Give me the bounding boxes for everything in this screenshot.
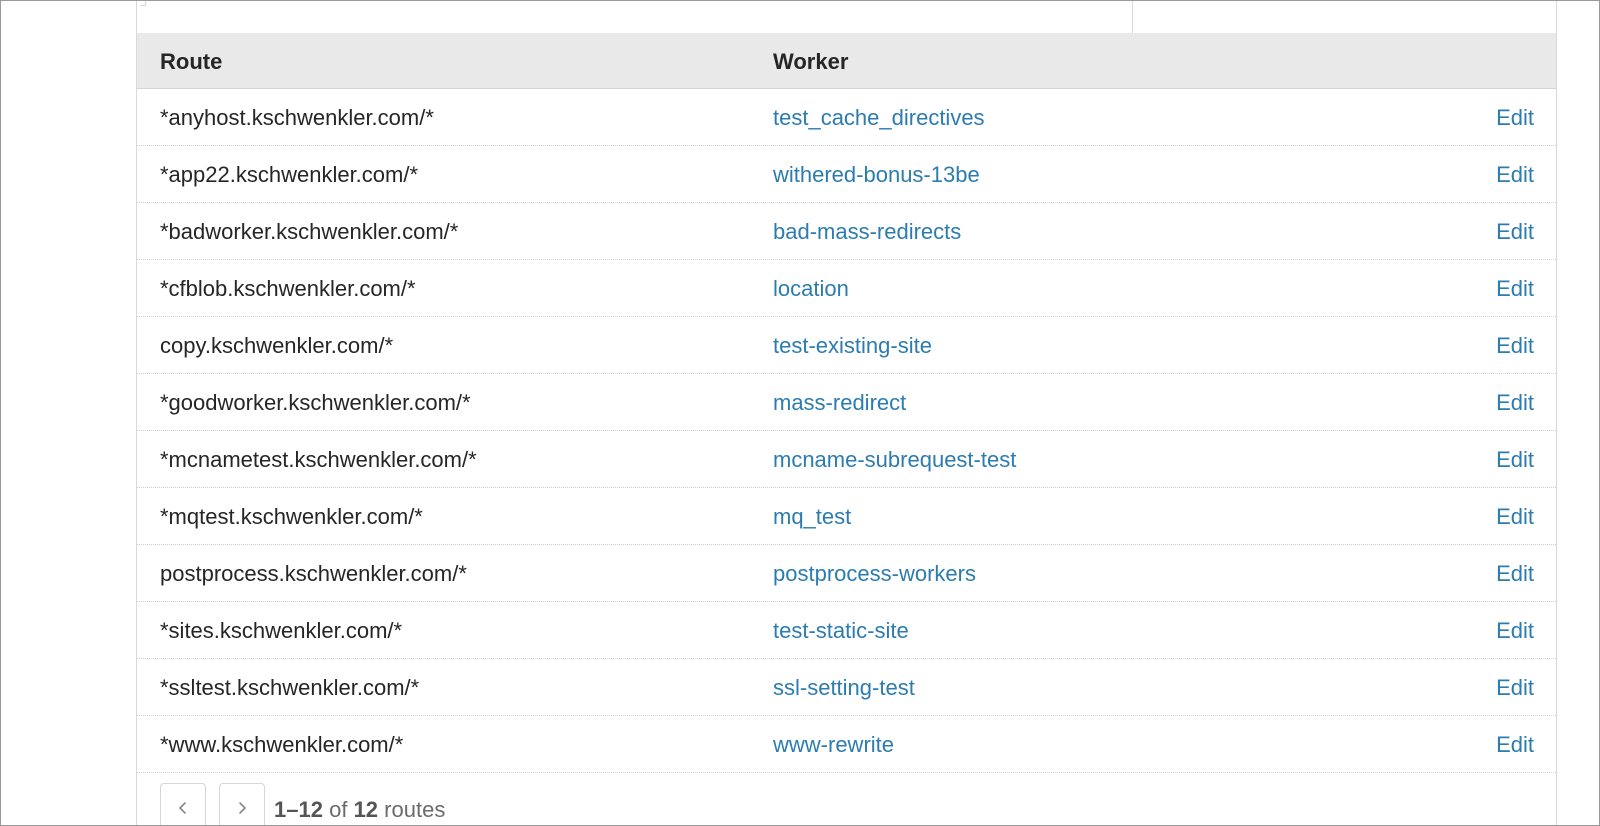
chevron-right-icon xyxy=(239,802,246,814)
cursor-mark xyxy=(140,1,146,6)
pagination-summary: 1–12 of 12 routes xyxy=(274,797,445,823)
route-cell: *mqtest.kschwenkler.com/* xyxy=(160,504,423,529)
route-cell: *app22.kschwenkler.com/* xyxy=(160,162,419,187)
edit-route-link[interactable]: Edit xyxy=(1496,618,1534,644)
table-header: Route Worker xyxy=(137,33,1556,89)
edit-route-link[interactable]: Edit xyxy=(1496,276,1534,302)
worker-link[interactable]: mq_test xyxy=(773,504,851,530)
edit-route-link[interactable]: Edit xyxy=(1496,219,1534,245)
pagination-unit: routes xyxy=(384,797,446,822)
worker-link[interactable]: mcname-subrequest-test xyxy=(773,447,1016,473)
table-row: copy.kschwenkler.com/* test-existing-sit… xyxy=(137,317,1556,374)
worker-link[interactable]: bad-mass-redirects xyxy=(773,219,961,245)
route-cell: *sites.kschwenkler.com/* xyxy=(160,618,403,643)
worker-link[interactable]: test-existing-site xyxy=(773,333,932,359)
route-cell: postprocess.kschwenkler.com/* xyxy=(160,561,467,586)
table-row: *app22.kschwenkler.com/* withered-bonus-… xyxy=(137,146,1556,203)
pagination: 1–12 of 12 routes xyxy=(160,783,760,825)
chevron-left-icon xyxy=(179,802,186,814)
routes-card: Route Worker *anyhost.kschwenkler.com/* … xyxy=(136,1,1557,825)
table-row: *goodworker.kschwenkler.com/* mass-redir… xyxy=(137,374,1556,431)
table-row: *mqtest.kschwenkler.com/* mq_test Edit xyxy=(137,488,1556,545)
route-cell: *cfblob.kschwenkler.com/* xyxy=(160,276,416,301)
browser-viewport: Route Worker *anyhost.kschwenkler.com/* … xyxy=(0,0,1600,826)
worker-link[interactable]: postprocess-workers xyxy=(773,561,976,587)
route-cell: *anyhost.kschwenkler.com/* xyxy=(160,105,434,130)
worker-link[interactable]: www-rewrite xyxy=(773,732,894,758)
table-row: *anyhost.kschwenkler.com/* test_cache_di… xyxy=(137,89,1556,146)
table-row: *sites.kschwenkler.com/* test-static-sit… xyxy=(137,602,1556,659)
table-row: *cfblob.kschwenkler.com/* location Edit xyxy=(137,260,1556,317)
edit-route-link[interactable]: Edit xyxy=(1496,504,1534,530)
route-column-header: Route xyxy=(160,49,223,74)
edit-route-link[interactable]: Edit xyxy=(1496,561,1534,587)
route-cell: *badworker.kschwenkler.com/* xyxy=(160,219,459,244)
worker-link[interactable]: ssl-setting-test xyxy=(773,675,915,701)
route-cell: *mcnametest.kschwenkler.com/* xyxy=(160,447,477,472)
route-cell: *ssltest.kschwenkler.com/* xyxy=(160,675,420,700)
worker-link[interactable]: withered-bonus-13be xyxy=(773,162,980,188)
route-cell: copy.kschwenkler.com/* xyxy=(160,333,394,358)
previous-page-button[interactable] xyxy=(160,783,206,825)
table-row: *mcnametest.kschwenkler.com/* mcname-sub… xyxy=(137,431,1556,488)
worker-link[interactable]: mass-redirect xyxy=(773,390,906,416)
edit-route-link[interactable]: Edit xyxy=(1496,447,1534,473)
edit-route-link[interactable]: Edit xyxy=(1496,675,1534,701)
table-row: *ssltest.kschwenkler.com/* ssl-setting-t… xyxy=(137,659,1556,716)
top-divider xyxy=(1132,1,1133,34)
edit-route-link[interactable]: Edit xyxy=(1496,162,1534,188)
worker-column-header: Worker xyxy=(773,49,849,74)
next-page-button[interactable] xyxy=(219,783,265,825)
pagination-of-label: of xyxy=(329,797,348,822)
card-top-strip xyxy=(137,1,1556,34)
worker-link[interactable]: location xyxy=(773,276,849,302)
edit-route-link[interactable]: Edit xyxy=(1496,333,1534,359)
table-row: postprocess.kschwenkler.com/* postproces… xyxy=(137,545,1556,602)
edit-route-link[interactable]: Edit xyxy=(1496,390,1534,416)
worker-link[interactable]: test_cache_directives xyxy=(773,105,985,131)
table-row: *badworker.kschwenkler.com/* bad-mass-re… xyxy=(137,203,1556,260)
table-row: *www.kschwenkler.com/* www-rewrite Edit xyxy=(137,716,1556,773)
route-cell: *www.kschwenkler.com/* xyxy=(160,732,404,757)
route-cell: *goodworker.kschwenkler.com/* xyxy=(160,390,471,415)
edit-route-link[interactable]: Edit xyxy=(1496,105,1534,131)
routes-table-body: *anyhost.kschwenkler.com/* test_cache_di… xyxy=(137,89,1556,773)
pagination-range: 1–12 xyxy=(274,797,323,822)
pagination-total: 12 xyxy=(353,797,379,822)
worker-link[interactable]: test-static-site xyxy=(773,618,909,644)
edit-route-link[interactable]: Edit xyxy=(1496,732,1534,758)
